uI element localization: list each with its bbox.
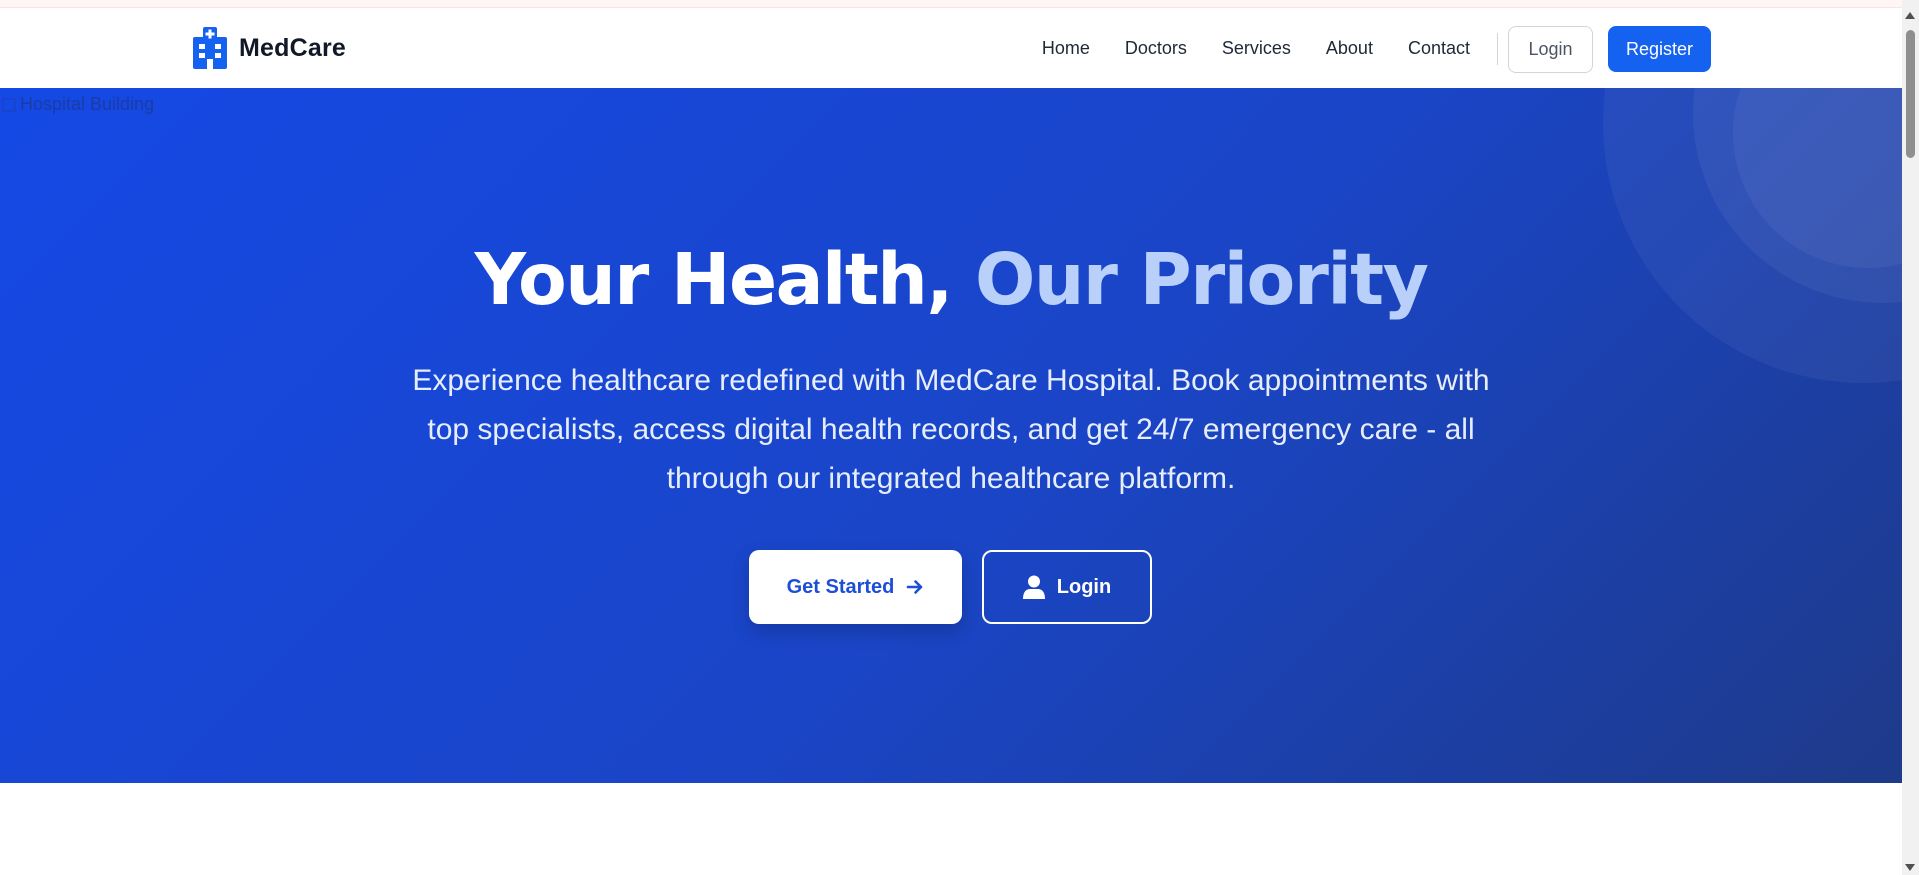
- hero-title-accent: Our Priority: [975, 238, 1429, 321]
- nav-divider: [1497, 33, 1498, 65]
- get-started-label: Get Started: [786, 575, 895, 598]
- scroll-up-arrow-icon[interactable]: [1905, 12, 1915, 19]
- hero-description: Experience healthcare redefined with Med…: [412, 364, 1490, 495]
- nav-login-button[interactable]: Login: [1508, 26, 1593, 73]
- arrow-right-icon: [907, 580, 923, 594]
- hero-login-label: Login: [1056, 575, 1112, 598]
- scrollbar-thumb[interactable]: [1906, 30, 1915, 158]
- vertical-scrollbar[interactable]: [1902, 0, 1919, 875]
- nav-link-home[interactable]: Home: [1042, 38, 1090, 59]
- main-nav: Home Doctors Services About Contact: [1042, 8, 1470, 88]
- get-started-button[interactable]: Get Started: [749, 550, 962, 624]
- top-border: [0, 0, 1902, 8]
- page-viewport: MedCare Home Doctors Services About Cont…: [0, 0, 1902, 875]
- navbar: MedCare Home Doctors Services About Cont…: [0, 8, 1902, 88]
- nav-register-button[interactable]: Register: [1608, 26, 1711, 72]
- nav-link-contact[interactable]: Contact: [1408, 38, 1470, 59]
- hero-section: Hospital Building Your Health, Our Prior…: [0, 88, 1902, 783]
- hospital-icon: [193, 27, 227, 69]
- brand-name: MedCare: [239, 33, 346, 62]
- hero-title-main: Your Health,: [474, 238, 976, 321]
- nav-link-doctors[interactable]: Doctors: [1125, 38, 1187, 59]
- hero-title: Your Health, Our Priority: [0, 244, 1902, 315]
- brand-logo-link[interactable]: MedCare: [193, 27, 346, 69]
- scroll-down-arrow-icon[interactable]: [1905, 864, 1915, 871]
- broken-image-icon: [2, 98, 16, 112]
- nav-link-about[interactable]: About: [1326, 38, 1373, 59]
- hero-login-button[interactable]: Login: [982, 550, 1152, 624]
- nav-link-services[interactable]: Services: [1222, 38, 1291, 59]
- hero-image-broken: Hospital Building: [2, 94, 154, 115]
- hero-image-alt-text: Hospital Building: [20, 94, 155, 114]
- user-icon: [1022, 575, 1045, 599]
